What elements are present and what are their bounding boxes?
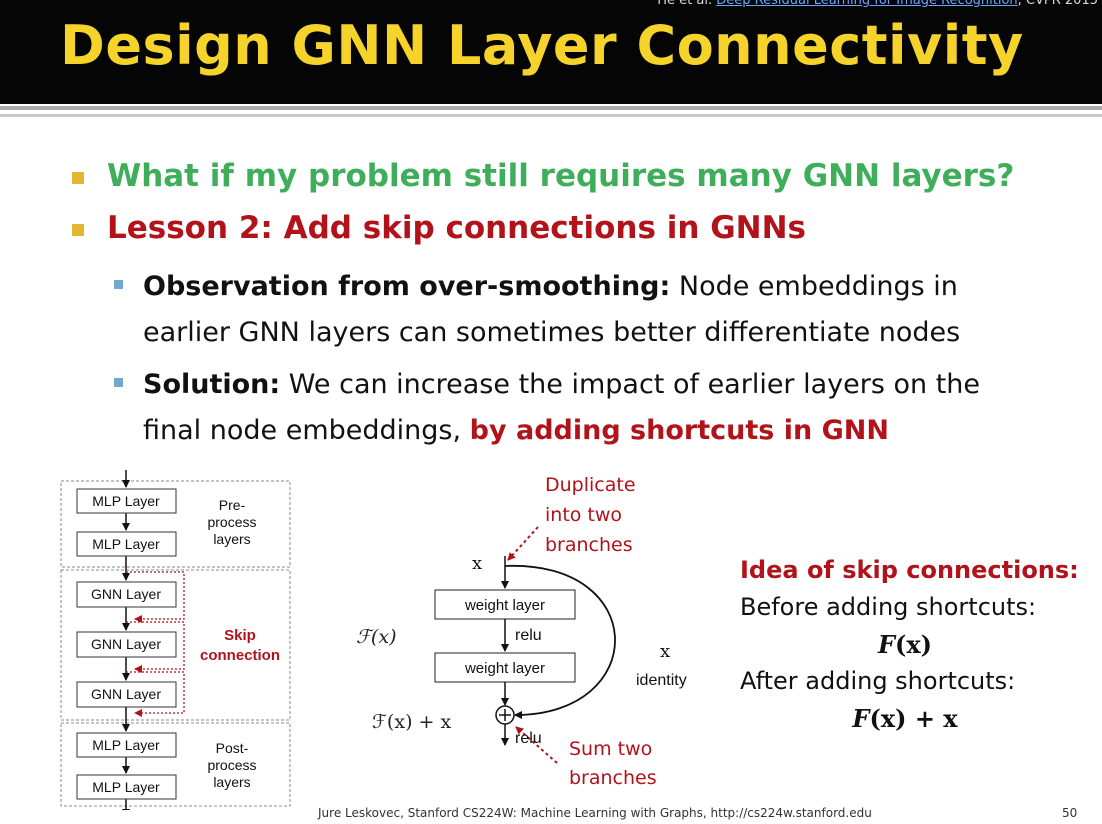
mlp-layer-label: MLP Layer [92, 493, 160, 509]
relu-mid-label: relu [515, 627, 542, 644]
postprocess-label: process [207, 757, 256, 773]
preprocess-label: layers [213, 531, 250, 547]
idea-after-label: After adding shortcuts: [740, 667, 1016, 695]
sub-bullet-square-2 [114, 378, 123, 387]
gnn-layer-label: GNN Layer [91, 686, 161, 702]
formula-before-rest: (x) [895, 630, 933, 659]
reference-link[interactable]: Deep Residual Learning for Image Recogni… [716, 0, 1017, 8]
bullet-question: What if my problem still requires many G… [107, 158, 1015, 194]
observation-line1: Node embeddings in [670, 271, 958, 302]
sub-bullet-square-1 [114, 280, 123, 289]
bullet-lesson: Lesson 2: Add skip connections in GNNs [107, 210, 806, 246]
formula-after-f: F [852, 704, 870, 733]
mlp-layer-label: MLP Layer [92, 737, 160, 753]
skip-label: Skip [224, 627, 256, 644]
gnn-layer-label: GNN Layer [91, 586, 161, 602]
formula-after: F(x) + x [740, 700, 1070, 737]
slide-header: He et al. Deep Residual Learning for Ima… [0, 0, 1102, 104]
weight-layer-2-label: weight layer [464, 660, 545, 677]
postprocess-label: Post- [216, 740, 249, 756]
duplicate-note: into two [545, 504, 622, 526]
reference-suffix: , CVPR 2015 [1017, 0, 1098, 8]
sum-note: Sum two [569, 738, 652, 760]
slide-footer: Jure Leskovec, Stanford CS224W: Machine … [318, 806, 872, 820]
duplicate-note: branches [545, 534, 633, 556]
gnn-layer-label: GNN Layer [91, 636, 161, 652]
skip-label: connection [200, 647, 280, 664]
sub-bullet-solution: Solution: We can increase the impact of … [143, 362, 980, 454]
formula-before: F(x) [740, 626, 1070, 663]
preprocess-label: Pre- [219, 497, 246, 513]
fx-label: ℱ(x) [356, 626, 396, 648]
observation-bold: Observation from over-smoothing: [143, 271, 671, 302]
header-divider [0, 106, 1102, 110]
observation-line2: earlier GNN layers can sometimes better … [143, 317, 961, 348]
idea-before-label: Before adding shortcuts: [740, 593, 1037, 621]
x-input-label: x [472, 553, 482, 574]
sub-bullet-observation: Observation from over-smoothing: Node em… [143, 264, 960, 356]
fx-plus-x-label: ℱ(x) + x [372, 711, 451, 733]
preprocess-label: process [207, 514, 256, 530]
reference-citation: He et al. Deep Residual Learning for Ima… [657, 0, 1098, 8]
idea-title: Idea of skip connections: [740, 556, 1079, 584]
solution-line2: final node embeddings, [143, 415, 470, 446]
postprocess-label: layers [213, 774, 250, 790]
skip-connection-idea: Idea of skip connections: Before adding … [740, 552, 1079, 737]
weight-layer-1-label: weight layer [464, 597, 545, 614]
formula-before-f: F [877, 630, 895, 659]
mlp-layer-label: MLP Layer [92, 779, 160, 795]
solution-line1: We can increase the impact of earlier la… [280, 369, 981, 400]
mlp-layer-label: MLP Layer [92, 536, 160, 552]
duplicate-note: Duplicate [545, 474, 636, 496]
identity-label: identity [636, 672, 687, 689]
header-divider-thin [0, 114, 1102, 117]
solution-bold: Solution: [143, 369, 281, 400]
bullet-square-1 [72, 172, 84, 184]
relu-bottom-label: relu [515, 730, 542, 747]
solution-highlight: by adding shortcuts in GNN [469, 415, 889, 446]
slide-title: Design GNN Layer Connectivity [60, 14, 1024, 77]
sum-note: branches [569, 767, 657, 789]
formula-after-rest: (x) + x [869, 704, 958, 733]
page-number: 50 [1062, 806, 1078, 820]
x-identity-label: x [660, 641, 670, 662]
bullet-square-2 [72, 224, 84, 236]
skip-connection-diagram: MLP Layer MLP Layer GNN Layer GNN Layer … [60, 470, 687, 810]
reference-prefix: He et al. [657, 0, 717, 8]
